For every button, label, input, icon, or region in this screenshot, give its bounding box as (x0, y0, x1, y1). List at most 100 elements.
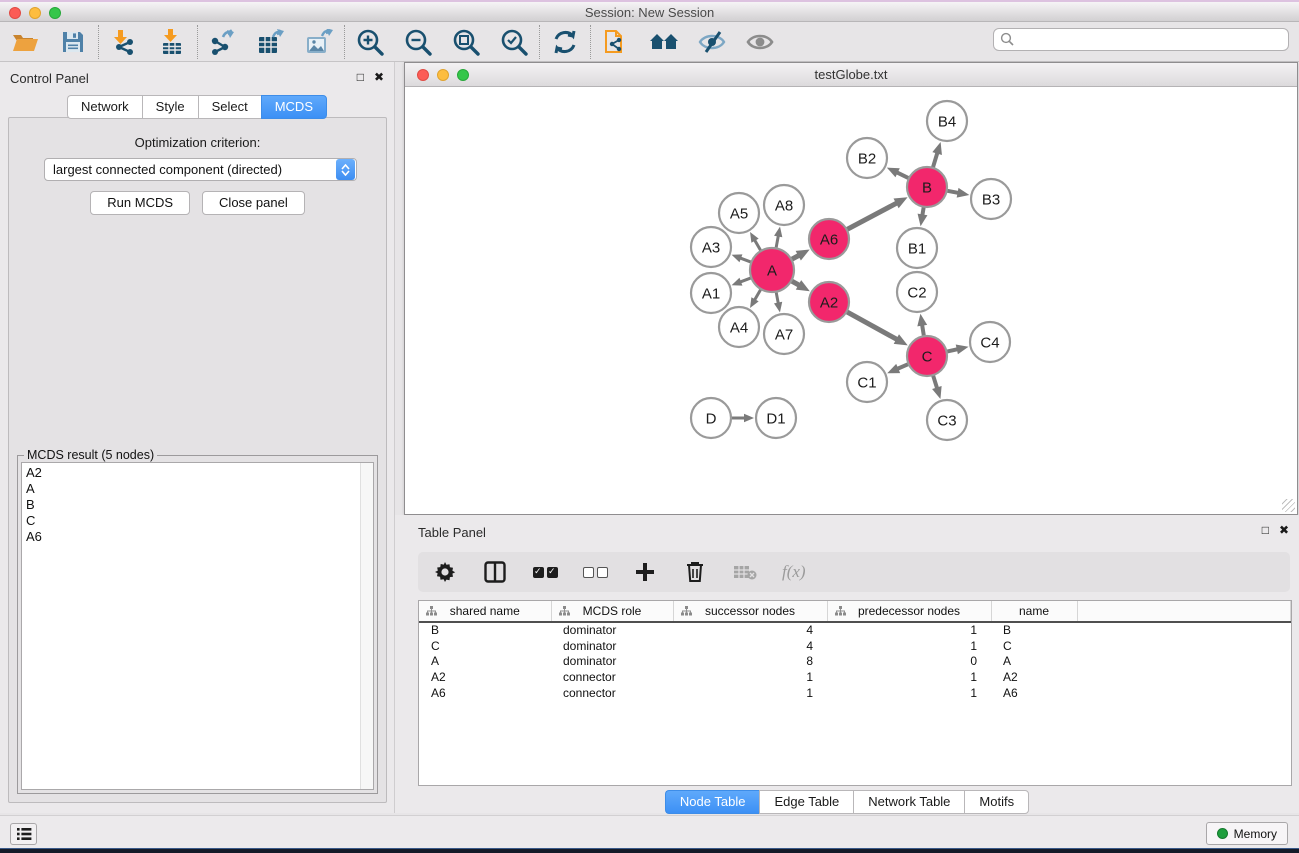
export-network-icon[interactable] (208, 27, 238, 57)
deselect-all-columns-icon[interactable] (582, 559, 608, 585)
edge-arrowhead (956, 344, 969, 354)
show-graphics-details-icon[interactable] (745, 27, 775, 57)
graph-node-C2[interactable]: C2 (897, 272, 937, 312)
graph-node-C1[interactable]: C1 (847, 362, 887, 402)
zoom-fit-icon[interactable] (451, 27, 481, 57)
result-list-item[interactable]: B (26, 497, 373, 513)
float-panel-icon[interactable]: □ (357, 70, 364, 84)
select-stepper-icon (336, 159, 355, 180)
table-row[interactable]: Cdominator41C (419, 639, 1291, 655)
network-window-titlebar[interactable]: testGlobe.txt (405, 63, 1297, 87)
run-mcds-button[interactable]: Run MCDS (90, 191, 190, 215)
graph-node-A5[interactable]: A5 (719, 193, 759, 233)
svg-text:C: C (922, 348, 933, 365)
tab-motifs[interactable]: Motifs (964, 790, 1029, 814)
optimization-criterion-select[interactable]: largest connected component (directed) (44, 158, 357, 181)
tab-mcds[interactable]: MCDS (261, 95, 327, 119)
column-header-predecessor-nodes[interactable]: predecessor nodes (827, 601, 991, 622)
delete-table-icon[interactable] (732, 559, 758, 585)
graph-node-A6[interactable]: A6 (809, 219, 849, 259)
zoom-out-icon[interactable] (403, 27, 433, 57)
network-graph[interactable]: B4 B2 B B3 A8A5 A6 A3 B1 A C2 A1 A2 A4A7 C4 C C1 D D1 C3 (405, 87, 1297, 514)
graph-node-A8[interactable]: A8 (764, 185, 804, 225)
column-header-successor-nodes[interactable]: successor nodes (673, 601, 827, 622)
tab-style[interactable]: Style (142, 95, 198, 119)
graph-node-C4[interactable]: C4 (970, 322, 1010, 362)
graph-node-A1[interactable]: A1 (691, 273, 731, 313)
mcds-result-list[interactable]: A2ABCA6 (21, 462, 374, 790)
table-type-tabs: Node TableEdge TableNetwork TableMotifs (395, 790, 1299, 814)
zoom-in-icon[interactable] (355, 27, 385, 57)
split-table-icon[interactable] (482, 559, 508, 585)
graph-node-B2[interactable]: B2 (847, 138, 887, 178)
graph-node-A7[interactable]: A7 (764, 314, 804, 354)
graph-node-B3[interactable]: B3 (971, 179, 1011, 219)
table-row[interactable]: A6connector11A6 (419, 686, 1291, 702)
svg-text:C3: C3 (937, 412, 956, 429)
close-panel-icon[interactable]: ✖ (374, 70, 384, 84)
search-input[interactable] (1019, 33, 1288, 47)
graph-node-A4[interactable]: A4 (719, 307, 759, 347)
graph-node-C3[interactable]: C3 (927, 400, 967, 440)
export-table-icon[interactable] (256, 27, 286, 57)
tab-node-table[interactable]: Node Table (665, 790, 760, 814)
network-canvas[interactable]: B4 B2 B B3 A8A5 A6 A3 B1 A C2 A1 A2 A4A7 C4 C C1 D D1 C3 (405, 87, 1297, 514)
table-row[interactable]: A2connector11A2 (419, 670, 1291, 686)
select-all-columns-icon[interactable] (532, 559, 558, 585)
edge-arrowhead (918, 214, 928, 227)
graph-node-B4[interactable]: B4 (927, 101, 967, 141)
table-cell: 0 (827, 654, 991, 670)
app-titlebar: Session: New Session (0, 0, 1299, 22)
apply-layout-icon[interactable] (550, 27, 580, 57)
graph-node-B1[interactable]: B1 (897, 228, 937, 268)
hide-graphics-details-icon[interactable] (697, 27, 727, 57)
graph-node-A2[interactable]: A2 (809, 282, 849, 322)
import-network-icon[interactable] (109, 27, 139, 57)
memory-button[interactable]: Memory (1206, 822, 1288, 845)
table-row[interactable]: Adominator80A (419, 654, 1291, 670)
float-table-panel-icon[interactable]: □ (1262, 523, 1269, 537)
table-settings-gear-icon[interactable] (432, 559, 458, 585)
close-table-panel-icon[interactable]: ✖ (1279, 523, 1289, 537)
graph-node-A[interactable]: A (750, 248, 794, 292)
tab-network[interactable]: Network (67, 95, 142, 119)
tab-network-table[interactable]: Network Table (853, 790, 964, 814)
zoom-selected-icon[interactable] (499, 27, 529, 57)
svg-text:A6: A6 (820, 231, 838, 248)
tab-edge-table[interactable]: Edge Table (759, 790, 853, 814)
home-networks-icon[interactable] (649, 27, 679, 57)
function-builder-icon[interactable]: f(x) (782, 562, 806, 582)
delete-columns-icon[interactable] (682, 559, 708, 585)
close-panel-button[interactable]: Close panel (202, 191, 305, 215)
result-list-item[interactable]: A2 (26, 465, 373, 481)
network-search-field[interactable] (993, 28, 1289, 51)
save-session-icon[interactable] (58, 27, 88, 57)
graph-edge-A2-C[interactable] (845, 311, 897, 340)
graph-node-D1[interactable]: D1 (756, 398, 796, 438)
graph-edge-A6-B[interactable] (845, 203, 897, 231)
table-cell: dominator (551, 654, 673, 670)
graph-node-D[interactable]: D (691, 398, 731, 438)
table-cell: A2 (991, 670, 1077, 686)
result-list-scrollbar[interactable] (360, 463, 373, 789)
svg-text:A1: A1 (702, 285, 720, 302)
task-history-button[interactable] (10, 823, 37, 845)
add-column-icon[interactable] (632, 559, 658, 585)
window-resize-grip[interactable] (1282, 499, 1295, 512)
tab-select[interactable]: Select (198, 95, 261, 119)
graph-node-A3[interactable]: A3 (691, 227, 731, 267)
import-table-icon[interactable] (157, 27, 187, 57)
table-row[interactable]: Bdominator41B (419, 622, 1291, 639)
column-header-shared-name[interactable]: shared name (419, 601, 551, 622)
column-header-name[interactable]: name (991, 601, 1077, 622)
result-list-item[interactable]: C (26, 513, 373, 529)
new-network-from-selection-icon[interactable] (601, 27, 631, 57)
open-session-icon[interactable] (10, 27, 40, 57)
result-list-item[interactable]: A (26, 481, 373, 497)
column-header-mcds-role[interactable]: MCDS role (551, 601, 673, 622)
result-list-item[interactable]: A6 (26, 529, 373, 545)
export-image-icon[interactable] (304, 27, 334, 57)
memory-label: Memory (1234, 827, 1277, 841)
graph-node-B[interactable]: B (907, 167, 947, 207)
graph-node-C[interactable]: C (907, 336, 947, 376)
